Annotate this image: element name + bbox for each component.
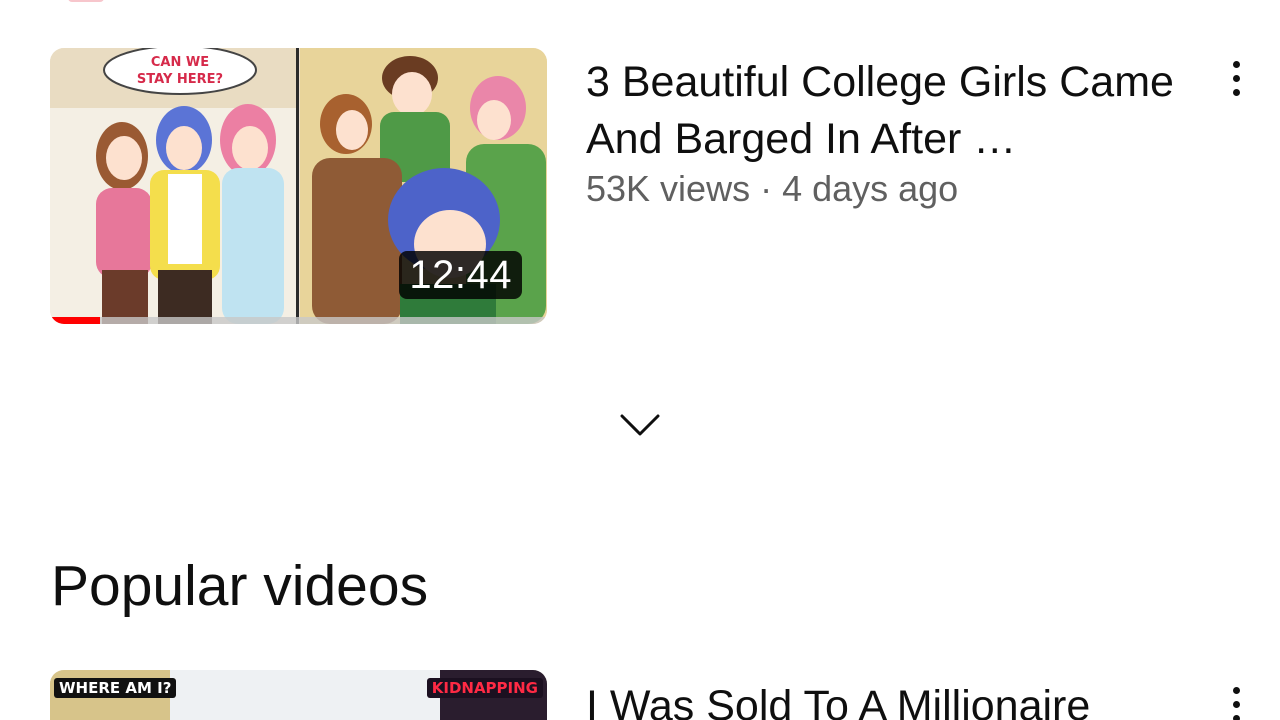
svg-text:CAN WE: CAN WE — [151, 55, 209, 70]
thumbnail-tag: KIDNAPPING — [426, 678, 543, 698]
svg-text:STAY HERE?: STAY HERE? — [137, 72, 223, 87]
previous-item-edge — [68, 0, 104, 2]
video-meta: 53K views · 4 days ago — [586, 168, 959, 209]
video-item[interactable]: CAN WE STAY HERE? 12:44 3 Beautiful Coll… — [0, 48, 1280, 324]
video-title[interactable]: 3 Beautiful College Girls Came And Barge… — [586, 54, 1196, 168]
watch-progress-fill — [50, 317, 100, 324]
video-thumbnail[interactable]: CAN WE STAY HERE? 12:44 — [50, 48, 547, 324]
more-vert-icon[interactable] — [1218, 682, 1254, 720]
expand-button[interactable] — [616, 404, 664, 444]
video-duration: 12:44 — [399, 251, 522, 299]
section-title: Popular videos — [51, 554, 429, 618]
video-item[interactable]: WHERE AM I? KIDNAPPING I Was Sold To A M… — [0, 670, 1280, 720]
video-title[interactable]: I Was Sold To A Millionaire — [586, 678, 1196, 720]
more-vert-icon[interactable] — [1218, 56, 1254, 100]
watch-progress-bar — [50, 317, 547, 324]
video-thumbnail[interactable]: WHERE AM I? KIDNAPPING — [50, 670, 547, 720]
thumbnail-tag: WHERE AM I? — [54, 678, 177, 698]
chevron-down-icon — [620, 414, 660, 436]
